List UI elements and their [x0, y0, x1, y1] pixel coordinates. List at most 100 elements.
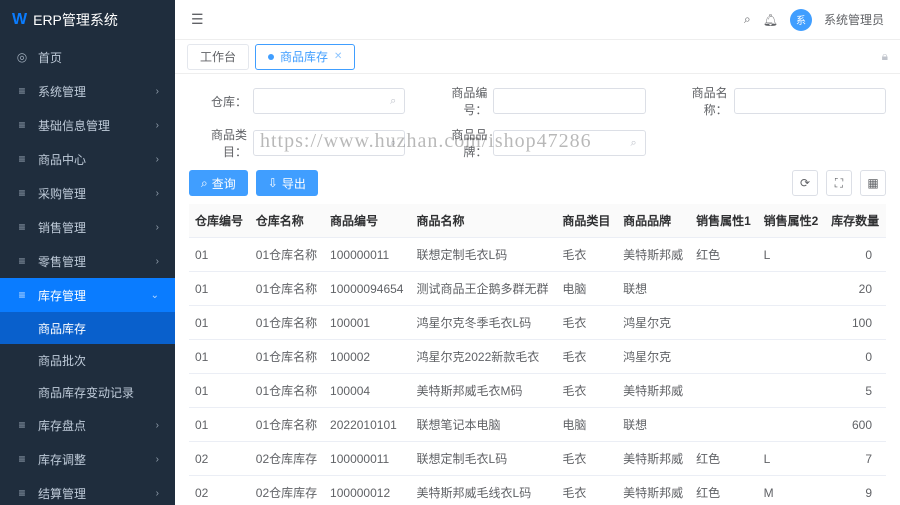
cell: 01仓库名称 — [250, 374, 324, 408]
cell: 01仓库名称 — [250, 340, 324, 374]
table-row[interactable]: 0101仓库名称2022010101联想笔记本电脑电脑联想600 — [189, 408, 886, 442]
cell: 01仓库名称 — [250, 306, 324, 340]
user-name[interactable]: 系统管理员 — [824, 11, 884, 28]
cell: 电脑 — [556, 408, 617, 442]
column-header[interactable]: 销售属性2 — [758, 204, 826, 238]
cell: 红色 — [690, 476, 758, 505]
tab[interactable]: 工作台 — [187, 44, 249, 70]
cell: 毛衣 — [556, 306, 617, 340]
chevron-right-icon: › — [156, 154, 159, 165]
column-header[interactable]: 商品名称 — [411, 204, 557, 238]
column-header[interactable]: 商品类目 — [556, 204, 617, 238]
cell: 美特斯邦威 — [617, 442, 690, 476]
cell: 01仓库名称 — [250, 408, 324, 442]
sidebar-menu: ◎首页≡系统管理›≡基础信息管理›≡商品中心›≡采购管理›≡销售管理›≡零售管理… — [0, 40, 175, 505]
warehouse-input[interactable]: ⌕ — [253, 88, 405, 114]
cell — [690, 306, 758, 340]
menu-label: 采购管理 — [38, 185, 86, 202]
sidebar-item[interactable]: ≡销售管理› — [0, 210, 175, 244]
table-row[interactable]: 0101仓库名称100002鸿星尔克2022新款毛衣毛衣鸿星尔克0 — [189, 340, 886, 374]
search-icon[interactable]: ⌕ — [390, 137, 396, 150]
menu-icon: ≡ — [16, 220, 28, 234]
column-header[interactable]: 销售属性1 — [690, 204, 758, 238]
search-icon[interactable]: ⌕ — [390, 95, 396, 108]
table-row[interactable]: 0101仓库名称10000094654测试商品王企鹅多群无群电脑联想20 — [189, 272, 886, 306]
cell: 联想定制毛衣L码 — [411, 442, 557, 476]
sidebar-item[interactable]: ≡系统管理› — [0, 74, 175, 108]
search-icon[interactable]: ⌕ — [744, 12, 751, 27]
filter-label-skuname: 商品名称： — [670, 84, 728, 118]
table-header-row: 仓库编号仓库名称商品编号商品名称商品类目商品品牌销售属性1销售属性2库存数量 — [189, 204, 886, 238]
cell — [758, 272, 826, 306]
chevron-right-icon: › — [156, 86, 159, 97]
sidebar-item[interactable]: ≡库存调整› — [0, 442, 175, 476]
tab[interactable]: 商品库存✕ — [255, 44, 355, 70]
sidebar-item[interactable]: ≡库存盘点› — [0, 408, 175, 442]
fullscreen-icon[interactable]: ⛶ — [826, 170, 852, 196]
sidebar-item[interactable]: ≡结算管理› — [0, 476, 175, 505]
refresh-icon[interactable]: ⟳ — [792, 170, 818, 196]
column-header[interactable]: 商品品牌 — [617, 204, 690, 238]
column-header[interactable]: 库存数量 — [825, 204, 886, 238]
cell: 100000011 — [324, 442, 411, 476]
sidebar-subitem[interactable]: 商品批次 — [0, 344, 175, 376]
column-header[interactable]: 仓库编号 — [189, 204, 250, 238]
cell: 0 — [825, 238, 886, 272]
menu-icon: ≡ — [16, 288, 28, 302]
cell: 5 — [825, 374, 886, 408]
table-row[interactable]: 0101仓库名称100004美特斯邦威毛衣M码毛衣美特斯邦威5 — [189, 374, 886, 408]
cell: 02仓库库存 — [250, 476, 324, 505]
sidebar-item[interactable]: ◎ 首页 — [0, 40, 175, 74]
cell: 9 — [825, 476, 886, 505]
cell: 美特斯邦威毛衣M码 — [411, 374, 557, 408]
cell: 鸿星尔克2022新款毛衣 — [411, 340, 557, 374]
search-icon: ⌕ — [201, 176, 208, 191]
topbar: ☰ ⌕ 🔔︎ 系 系统管理员 — [175, 0, 900, 40]
cell — [690, 340, 758, 374]
avatar[interactable]: 系 — [790, 9, 812, 31]
chevron-right-icon: › — [156, 222, 159, 233]
data-table: 仓库编号仓库名称商品编号商品名称商品类目商品品牌销售属性1销售属性2库存数量 0… — [189, 204, 886, 505]
table-row[interactable]: 0101仓库名称100000011联想定制毛衣L码毛衣美特斯邦威红色L0 — [189, 238, 886, 272]
export-button[interactable]: ⇩导出 — [256, 170, 318, 196]
search-button[interactable]: ⌕查询 — [189, 170, 248, 196]
menu-icon: ≡ — [16, 486, 28, 500]
sidebar-item[interactable]: ≡采购管理› — [0, 176, 175, 210]
table-row[interactable]: 0202仓库库存100000012美特斯邦威毛线衣L码毛衣美特斯邦威红色M9 — [189, 476, 886, 505]
menu-icon: ◎ — [16, 50, 28, 64]
lock-icon[interactable]: 🔒︎ — [882, 49, 888, 64]
cell: 毛衣 — [556, 442, 617, 476]
sidebar-subitem[interactable]: 商品库存变动记录 — [0, 376, 175, 408]
sidebar-item[interactable]: ≡基础信息管理› — [0, 108, 175, 142]
cell: 02仓库库存 — [250, 442, 324, 476]
cell — [758, 306, 826, 340]
table-row[interactable]: 0101仓库名称100001鸿星尔克冬季毛衣L码毛衣鸿星尔克100 — [189, 306, 886, 340]
cell: 红色 — [690, 442, 758, 476]
sidebar-item[interactable]: ≡零售管理› — [0, 244, 175, 278]
menu-icon: ≡ — [16, 186, 28, 200]
cell: 02 — [189, 476, 250, 505]
sku-name-input[interactable] — [734, 88, 886, 114]
column-header[interactable]: 仓库名称 — [250, 204, 324, 238]
category-input[interactable]: ⌕ — [253, 130, 405, 156]
close-icon[interactable]: ✕ — [334, 51, 342, 62]
sidebar-item[interactable]: ≡库存管理⌄ — [0, 278, 175, 312]
grid-icon[interactable]: ▦ — [860, 170, 886, 196]
column-header[interactable]: 商品编号 — [324, 204, 411, 238]
sidebar-item[interactable]: ≡商品中心› — [0, 142, 175, 176]
menu-collapse-icon[interactable]: ☰ — [191, 11, 204, 28]
menu-label: 零售管理 — [38, 253, 86, 270]
search-icon[interactable]: ⌕ — [630, 137, 636, 150]
cell: 联想 — [617, 272, 690, 306]
filter-label-skucode: 商品编号： — [429, 84, 487, 118]
brand-input[interactable]: ⌕ — [493, 130, 645, 156]
sku-code-input[interactable] — [493, 88, 645, 114]
bell-icon[interactable]: 🔔︎ — [763, 13, 778, 27]
sidebar-subitem[interactable]: 商品库存 — [0, 312, 175, 344]
sidebar: W ERP管理系统 ◎首页≡系统管理›≡基础信息管理›≡商品中心›≡采购管理›≡… — [0, 0, 175, 505]
menu-label: 首页 — [38, 49, 62, 66]
cell: 100004 — [324, 374, 411, 408]
cell: 电脑 — [556, 272, 617, 306]
table-row[interactable]: 0202仓库库存100000011联想定制毛衣L码毛衣美特斯邦威红色L7 — [189, 442, 886, 476]
table-body: 0101仓库名称100000011联想定制毛衣L码毛衣美特斯邦威红色L00101… — [189, 238, 886, 505]
